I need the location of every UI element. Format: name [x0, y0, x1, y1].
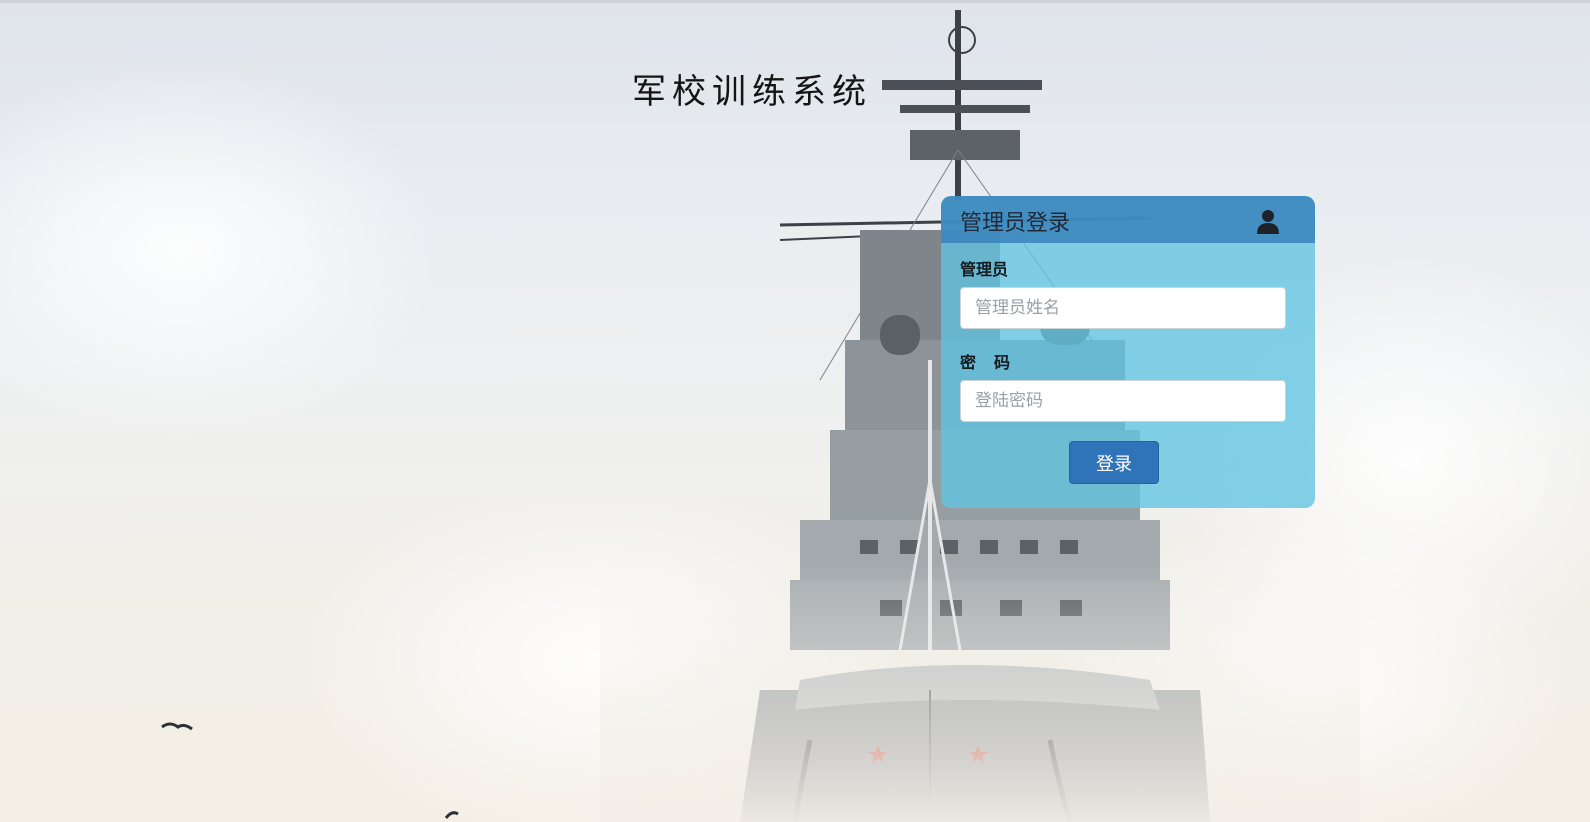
password-input[interactable] [960, 380, 1286, 422]
user-icon [1257, 210, 1279, 234]
login-panel-title: 管理员登录 [960, 211, 1071, 236]
warship-background-image [161, 10, 1360, 822]
username-input[interactable] [960, 287, 1286, 329]
login-panel-header: 管理员登录 [941, 196, 1315, 243]
login-page: 军校训练系统 管理员登录 管理员 密码 登录 [0, 0, 1590, 822]
login-button[interactable]: 登录 [1069, 441, 1159, 484]
page-title: 军校训练系统 [632, 72, 872, 112]
password-label: 密码 [960, 353, 1029, 372]
login-panel: 管理员登录 管理员 密码 登录 [941, 196, 1315, 508]
username-label: 管理员 [960, 260, 1009, 279]
